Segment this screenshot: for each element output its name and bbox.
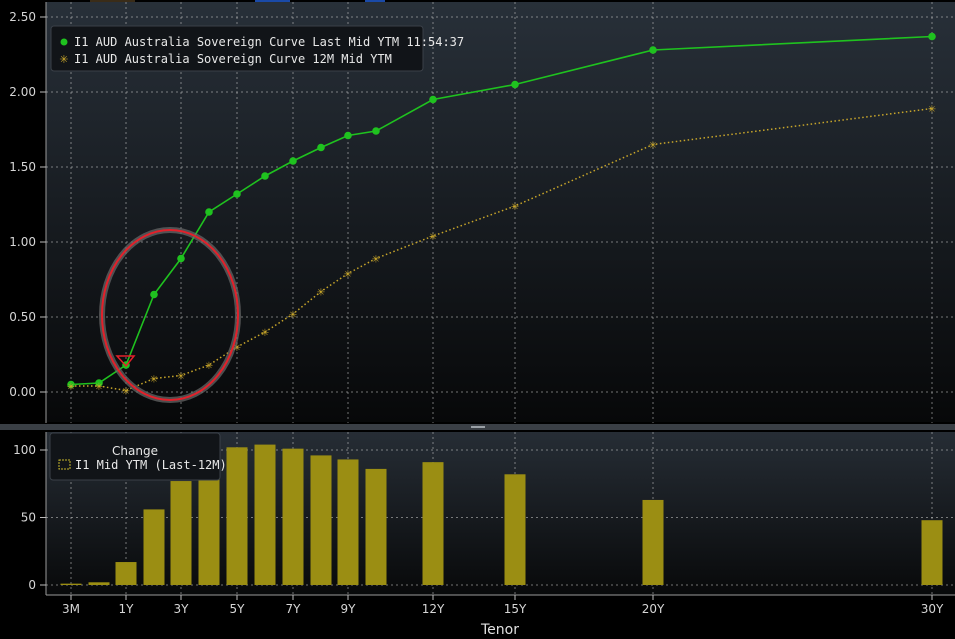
prior-yield-point: ✳ — [122, 387, 130, 398]
last-yield-point — [177, 254, 185, 263]
top-accent-strip — [255, 0, 290, 2]
change-bar — [143, 509, 165, 585]
change-bar — [921, 520, 943, 585]
prior-yield-point: ✳ — [67, 382, 75, 393]
change-bar — [365, 468, 387, 585]
top-accent-strip — [365, 0, 385, 2]
y-tick-label: 2.50 — [9, 10, 36, 24]
last-yield-point — [205, 208, 213, 216]
prior-yield-point: ✳ — [649, 141, 657, 152]
y-tick-label: 50 — [21, 511, 36, 525]
lower-legend: Change I1 Mid YTM (Last-12M) — [49, 432, 227, 481]
prior-yield-point: ✳ — [511, 202, 519, 213]
x-tick-label: 15Y — [504, 602, 527, 616]
change-bar — [115, 562, 137, 585]
last-yield-point — [649, 46, 657, 54]
change-bar — [310, 455, 332, 585]
legend-series-1-label: I1 AUD Australia Sovereign Curve Last Mi… — [74, 35, 464, 49]
prior-yield-point: ✳ — [429, 232, 437, 243]
yield-curve-chart: ✳ ✳ ✳ ✳ ✳ ✳ ✳ ✳ ✳ ✳ ✳ ✳ ✳ ✳ ✳ ✳ 0.00 0.50 1.00 1.50 2.00 2.5… — [0, 0, 955, 638]
last-yield-point — [372, 127, 380, 135]
last-yield-point — [289, 157, 297, 165]
change-bar — [226, 447, 248, 585]
prior-yield-point: ✳ — [95, 382, 103, 393]
last-yield-point — [261, 172, 269, 180]
x-tick-label: 9Y — [341, 602, 357, 616]
legend-dot-icon — [60, 38, 68, 46]
y-tick-label: 0 — [28, 578, 36, 592]
y-tick-label: 0.00 — [9, 385, 36, 399]
change-bar — [642, 499, 664, 585]
prior-yield-point: ✳ — [289, 310, 297, 321]
prior-yield-point: ✳ — [205, 361, 213, 372]
divider-grip[interactable] — [471, 426, 485, 428]
change-bar — [422, 462, 444, 585]
top-accent-strip — [90, 0, 135, 2]
x-tick-label: 3Y — [174, 602, 190, 616]
x-tick-label: 1Y — [119, 602, 135, 616]
prior-yield-point: ✳ — [317, 288, 325, 299]
x-tick-label: 3M — [62, 602, 80, 616]
x-tick-label: 7Y — [286, 602, 302, 616]
last-yield-point — [233, 190, 241, 198]
last-yield-point — [150, 290, 158, 299]
change-bar — [282, 448, 304, 585]
last-yield-point — [928, 32, 936, 41]
x-axis-title: Tenor — [480, 622, 519, 638]
prior-yield-point: ✳ — [177, 372, 185, 383]
lower-legend-series-label: I1 Mid YTM (Last-12M) — [75, 458, 227, 472]
x-tick-label: 12Y — [422, 602, 445, 616]
y-tick-label: 1.00 — [9, 235, 36, 249]
upper-legend: I1 AUD Australia Sovereign Curve Last Mi… — [50, 25, 464, 72]
prior-yield-point: ✳ — [261, 328, 269, 339]
legend-series-2-label: I1 AUD Australia Sovereign Curve 12M Mid… — [74, 52, 392, 66]
change-bar — [254, 444, 276, 585]
last-yield-point — [429, 95, 437, 104]
prior-yield-point: ✳ — [150, 375, 158, 386]
prior-yield-point: ✳ — [344, 270, 352, 281]
change-bar — [170, 481, 192, 585]
last-yield-point — [317, 143, 325, 152]
x-tick-label: 5Y — [230, 602, 246, 616]
last-yield-point — [344, 131, 352, 140]
y-tick-label: 100 — [13, 443, 36, 457]
last-yield-point — [511, 80, 519, 89]
y-tick-label: 1.50 — [9, 160, 36, 174]
legend-star-icon: ✳ — [59, 53, 68, 66]
y-tick-label: 2.00 — [9, 85, 36, 99]
x-tick-label: 30Y — [921, 602, 944, 616]
x-tick-label: 20Y — [642, 602, 665, 616]
lower-legend-title: Change — [112, 444, 158, 458]
prior-yield-point: ✳ — [372, 255, 380, 266]
y-tick-label: 0.50 — [9, 310, 36, 324]
change-bar — [60, 583, 82, 585]
change-bar — [337, 459, 359, 585]
change-bar — [504, 474, 526, 585]
change-bar — [88, 582, 110, 585]
prior-yield-point: ✳ — [928, 105, 936, 116]
